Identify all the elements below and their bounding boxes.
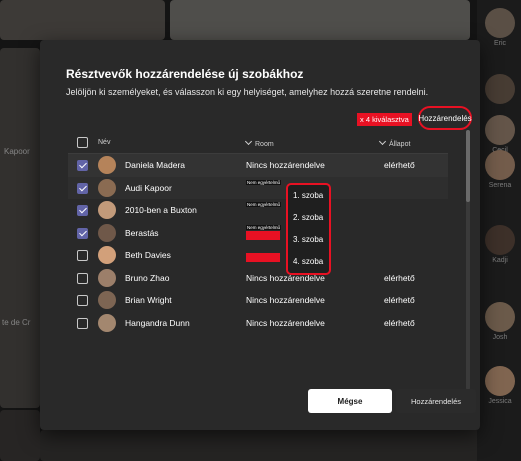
room-option[interactable]: 2. szoba [288, 207, 329, 229]
participant-name: Hangandra Dunn [125, 317, 190, 328]
selected-count[interactable]: x 4 kiválasztva [357, 113, 412, 126]
table-row[interactable]: Beth Davies [68, 244, 448, 267]
assign-rooms-dialog: Résztvevők hozzárendelése új szobákhoz J… [40, 40, 480, 430]
room-highlight [246, 253, 280, 262]
assign-button[interactable]: Hozzárendelés [396, 389, 476, 413]
meeting-stage: Kapoor te de Cr Eric Cecil Serena Kadji … [0, 0, 521, 461]
room-dropdown[interactable]: Nem egyértelmű [246, 202, 282, 207]
row-checkbox[interactable] [77, 250, 88, 261]
participant-name: Daniela Madera [125, 160, 186, 170]
row-checkbox[interactable] [77, 317, 88, 329]
cancel-button[interactable]: Mégse [308, 389, 392, 413]
column-room-header[interactable]: Room [244, 137, 274, 148]
scrollbar-thumb[interactable] [466, 130, 470, 202]
chevron-down-icon [378, 137, 387, 146]
participant-name: Audi Kapoor [125, 182, 172, 193]
room-option[interactable]: 3. szoba [288, 229, 329, 251]
assign-top-button[interactable]: Hozzárendelés [418, 106, 472, 130]
dialog-subtitle: Jelöljön ki személyeket, és válasszon ki… [66, 87, 429, 97]
room-dropdown[interactable]: Nincs hozzárendelve [246, 318, 325, 328]
avatar [98, 178, 116, 197]
avatar [98, 291, 116, 309]
table-row[interactable]: 2010-ben a Buxton Nem egyértelmű [68, 199, 448, 222]
status-text: elérhető [384, 295, 415, 305]
row-checkbox[interactable] [77, 227, 88, 239]
room-dropdown[interactable]: Nem egyértelmű [246, 224, 282, 230]
status-text: elérhető [384, 160, 415, 170]
avatar [98, 201, 116, 219]
room-option[interactable]: 4. szoba [288, 251, 329, 273]
table-row[interactable]: Daniela Madera Nincs hozzárendelve elérh… [68, 154, 448, 177]
table-row[interactable]: Audi Kapoor Nem egyértelmű [68, 176, 448, 199]
dialog-title: Résztvevők hozzárendelése új szobákhoz [66, 67, 304, 81]
table-row[interactable]: Hangandra Dunn Nincs hozzárendelve elérh… [68, 312, 448, 335]
avatar [98, 313, 116, 332]
row-checkbox[interactable] [77, 295, 88, 306]
select-all-checkbox[interactable] [77, 137, 88, 148]
status-text: elérhető [384, 272, 415, 283]
table-row[interactable]: Bruno Zhao Nincs hozzárendelve elérhető [68, 267, 448, 290]
participant-name: 2010-ben a Buxton [125, 205, 197, 215]
avatar [98, 156, 116, 174]
room-dropdown[interactable]: Nincs hozzárendelve [246, 295, 325, 305]
table-header: Név Room Állapot [68, 132, 448, 154]
room-dropdown[interactable]: Nem egyértelmű [246, 179, 282, 185]
column-status-header[interactable]: Állapot [378, 137, 410, 148]
row-checkbox[interactable] [77, 272, 88, 284]
table-row[interactable]: Brian Wright Nincs hozzárendelve elérhet… [68, 289, 448, 312]
room-option[interactable]: 1. szoba [288, 185, 329, 207]
room-dropdown-menu: 1. szoba 2. szoba 3. szoba 4. szoba [286, 183, 331, 275]
status-text: elérhető [384, 317, 415, 328]
column-name-header[interactable]: Név [98, 139, 110, 146]
participant-name: Bruno Zhao [125, 272, 170, 283]
participants-table: Név Room Állapot Daniela Madera Nincs ho… [68, 132, 448, 334]
participant-name: Berastás [125, 227, 159, 238]
table-row[interactable]: Berastás Nem egyértelmű [68, 222, 448, 245]
avatar [98, 223, 116, 242]
row-checkbox[interactable] [77, 182, 88, 194]
participant-name: Brian Wright [125, 295, 172, 305]
chevron-down-icon [244, 137, 253, 146]
avatar [98, 268, 116, 287]
avatar [98, 246, 116, 264]
row-checkbox[interactable] [77, 160, 88, 171]
participant-name: Beth Davies [125, 250, 171, 260]
row-checkbox[interactable] [77, 205, 88, 216]
room-highlight [246, 230, 280, 240]
room-dropdown[interactable]: Nincs hozzárendelve [246, 160, 325, 170]
